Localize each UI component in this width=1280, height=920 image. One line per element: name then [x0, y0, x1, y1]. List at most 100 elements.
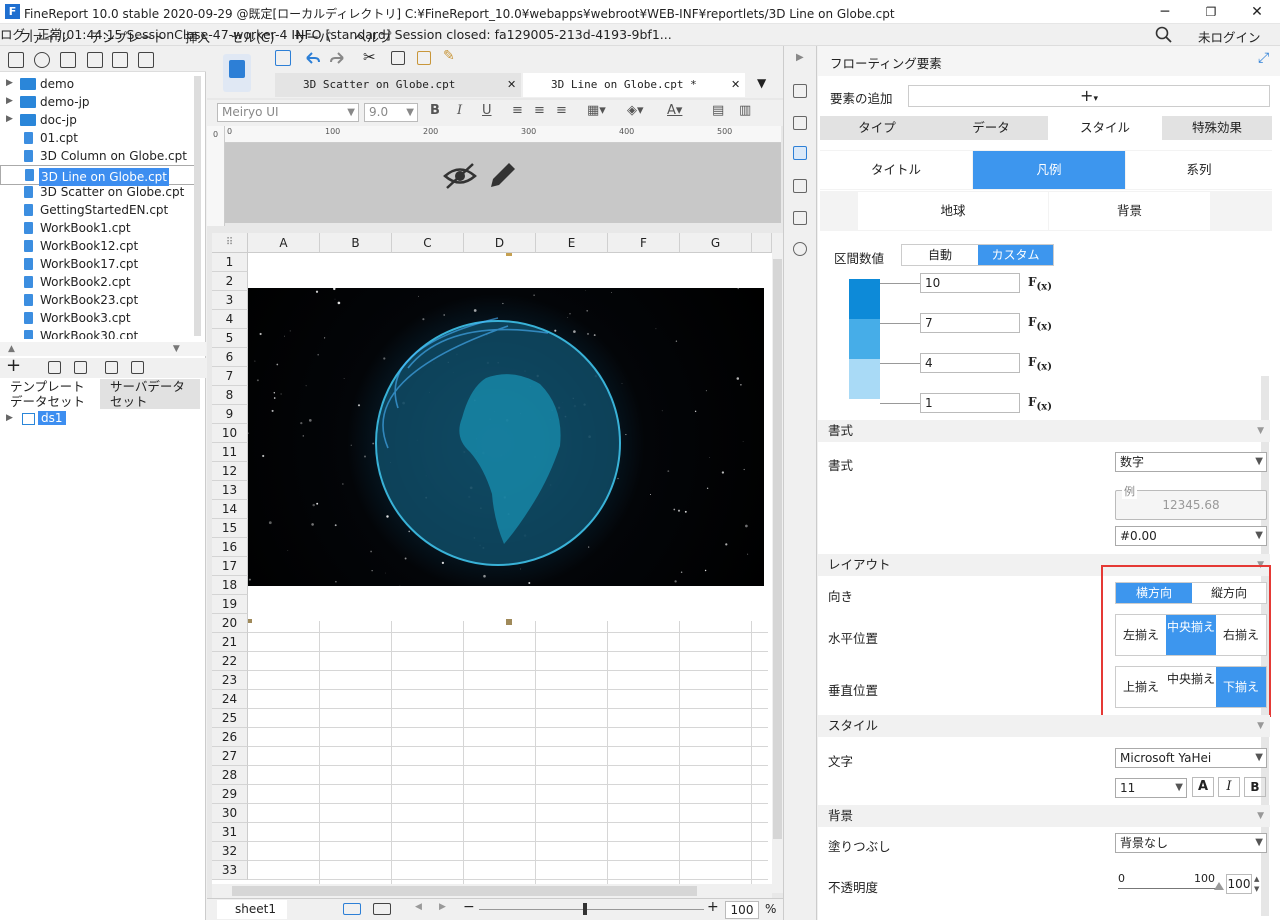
row-header[interactable]: 2 — [212, 272, 248, 291]
expand-icon[interactable]: ▶ — [6, 114, 13, 124]
row-header[interactable]: 25 — [212, 709, 248, 728]
delete-icon[interactable] — [112, 52, 128, 68]
range-value-1[interactable]: 10 — [920, 273, 1020, 293]
font-select[interactable]: Microsoft YaHei ▼ — [1115, 748, 1267, 768]
column-header[interactable]: C — [392, 233, 464, 253]
tab-server-dataset[interactable]: サーバデータ セット — [100, 379, 200, 409]
valign-middle[interactable]: 中央揃え — [1166, 667, 1216, 707]
preview-icon[interactable] — [105, 361, 118, 374]
align-center-icon[interactable]: ≡ — [534, 103, 545, 118]
column-header[interactable]: F — [608, 233, 680, 253]
tab-data[interactable]: データ — [934, 116, 1048, 140]
column-header[interactable]: G — [680, 233, 752, 253]
tab-3d-line[interactable]: 3D Line on Globe.cpt * ✕ — [523, 73, 745, 97]
undo-icon[interactable] — [303, 50, 321, 66]
close-button[interactable]: ✕ — [1234, 0, 1280, 24]
font-color-icon[interactable]: A▾ — [667, 103, 682, 118]
menu-cell[interactable]: セル(C) — [231, 27, 274, 46]
expand-icon[interactable]: ▶ — [6, 78, 13, 88]
selection-handle[interactable] — [248, 619, 252, 623]
row-header[interactable]: 29 — [212, 785, 248, 804]
row-header[interactable]: 10 — [212, 424, 248, 443]
expand-icon[interactable]: ▶ — [6, 413, 13, 423]
zoom-slider-handle[interactable] — [583, 903, 587, 915]
font-family-select[interactable]: Meiryo UI ▼ — [217, 103, 359, 122]
column-header[interactable] — [752, 233, 772, 253]
formula-icon[interactable]: F(x) — [1028, 275, 1052, 292]
row-header[interactable]: 9 — [212, 405, 248, 424]
tree-scrollbar[interactable] — [194, 76, 201, 336]
cell-attr-icon[interactable] — [793, 84, 807, 98]
format-section-header[interactable]: 書式 ▼ — [818, 420, 1270, 442]
direction-horizontal[interactable]: 横方向 — [1116, 583, 1192, 603]
tree-item[interactable]: ▶ demo-jp — [0, 93, 196, 111]
search-icon[interactable] — [1155, 26, 1173, 44]
menu-server[interactable]: サーバ — [294, 27, 331, 46]
redo-icon[interactable] — [329, 50, 347, 66]
opacity-slider-handle[interactable] — [1214, 882, 1224, 890]
merge-icon[interactable]: ▤ — [712, 103, 724, 118]
range-value-3[interactable]: 4 — [920, 353, 1020, 373]
row-header[interactable]: 14 — [212, 500, 248, 519]
row-header[interactable]: 11 — [212, 443, 248, 462]
add-icon[interactable]: + — [6, 355, 21, 376]
tab-type[interactable]: タイプ — [820, 116, 934, 140]
hscroll-thumb[interactable] — [232, 886, 697, 896]
restore-button[interactable]: ❐ — [1188, 0, 1234, 24]
expand-panel-icon[interactable]: ⤢ — [1258, 50, 1269, 66]
selection-handle[interactable] — [506, 619, 512, 625]
menu-help[interactable]: ヘルプ — [354, 27, 392, 46]
zoom-in-icon[interactable]: + — [707, 899, 719, 915]
halign-left[interactable]: 左揃え — [1116, 615, 1166, 655]
row-header[interactable]: 5 — [212, 329, 248, 348]
grid-hscrollbar[interactable] — [212, 884, 772, 898]
range-swatch-1[interactable] — [849, 279, 880, 319]
edit-icon[interactable] — [48, 361, 61, 374]
tree-item[interactable]: WorkBook17.cpt — [0, 255, 196, 273]
paste-icon[interactable] — [417, 51, 431, 65]
valign-bottom[interactable]: 下揃え — [1216, 667, 1266, 707]
hide-eye-icon[interactable] — [443, 161, 477, 191]
tab-3d-scatter[interactable]: 3D Scatter on Globe.cpt ✕ — [275, 73, 521, 97]
collapse-panel-icon[interactable]: ▶ — [796, 52, 804, 63]
tree-item[interactable]: WorkBook2.cpt — [0, 273, 196, 291]
fill-color-icon[interactable]: ◈▾ — [627, 103, 644, 118]
expand-icon[interactable]: ▶ — [6, 96, 13, 106]
widget-icon[interactable] — [793, 116, 807, 130]
subtab-series[interactable]: 系列 — [1126, 151, 1272, 189]
copy-icon[interactable] — [138, 52, 154, 68]
menu-template[interactable]: テンプレート — [90, 27, 165, 46]
row-header[interactable]: 3 — [212, 291, 248, 310]
column-header[interactable]: A — [248, 233, 320, 253]
row-header[interactable]: 16 — [212, 538, 248, 557]
tab-template-dataset[interactable]: テンプレート データセット — [0, 379, 100, 409]
zoom-input[interactable]: 100 — [725, 901, 759, 919]
new-folder-icon[interactable] — [8, 52, 24, 68]
minimize-button[interactable]: ─ — [1142, 0, 1188, 24]
tree-item[interactable]: GettingStartedEN.cpt — [0, 201, 196, 219]
row-header[interactable]: 26 — [212, 728, 248, 747]
formula-icon[interactable]: F(x) — [1028, 355, 1052, 372]
subtab-legend[interactable]: 凡例 — [973, 151, 1125, 189]
copy-cell-icon[interactable] — [391, 51, 405, 65]
link-icon[interactable] — [793, 242, 807, 256]
prev-sheet-icon[interactable]: ◀ — [415, 902, 422, 912]
dataset-item[interactable]: ▶ ds1 — [0, 410, 200, 428]
tree-item[interactable]: 01.cpt — [0, 129, 196, 147]
globe-chart-image[interactable] — [248, 288, 764, 586]
format-painter-icon[interactable]: ✎ — [443, 48, 455, 64]
delete-dataset-icon[interactable] — [74, 361, 87, 374]
range-swatch-2[interactable] — [849, 319, 880, 359]
row-header[interactable]: 33 — [212, 861, 248, 880]
font-size-select[interactable]: 9.0 ▼ — [364, 103, 418, 122]
range-value-2[interactable]: 7 — [920, 313, 1020, 333]
tree-item[interactable]: 3D Column on Globe.cpt — [0, 147, 196, 165]
row-header[interactable]: 21 — [212, 633, 248, 652]
row-header[interactable]: 20 — [212, 614, 248, 633]
subtab-background[interactable]: 背景 — [1049, 192, 1210, 230]
italic-icon[interactable]: I — [1218, 777, 1240, 797]
font-bigger-icon[interactable]: A — [1192, 777, 1214, 797]
grid-vscrollbar[interactable] — [772, 233, 783, 893]
row-header[interactable]: 6 — [212, 348, 248, 367]
tree-item[interactable]: WorkBook3.cpt — [0, 309, 196, 327]
